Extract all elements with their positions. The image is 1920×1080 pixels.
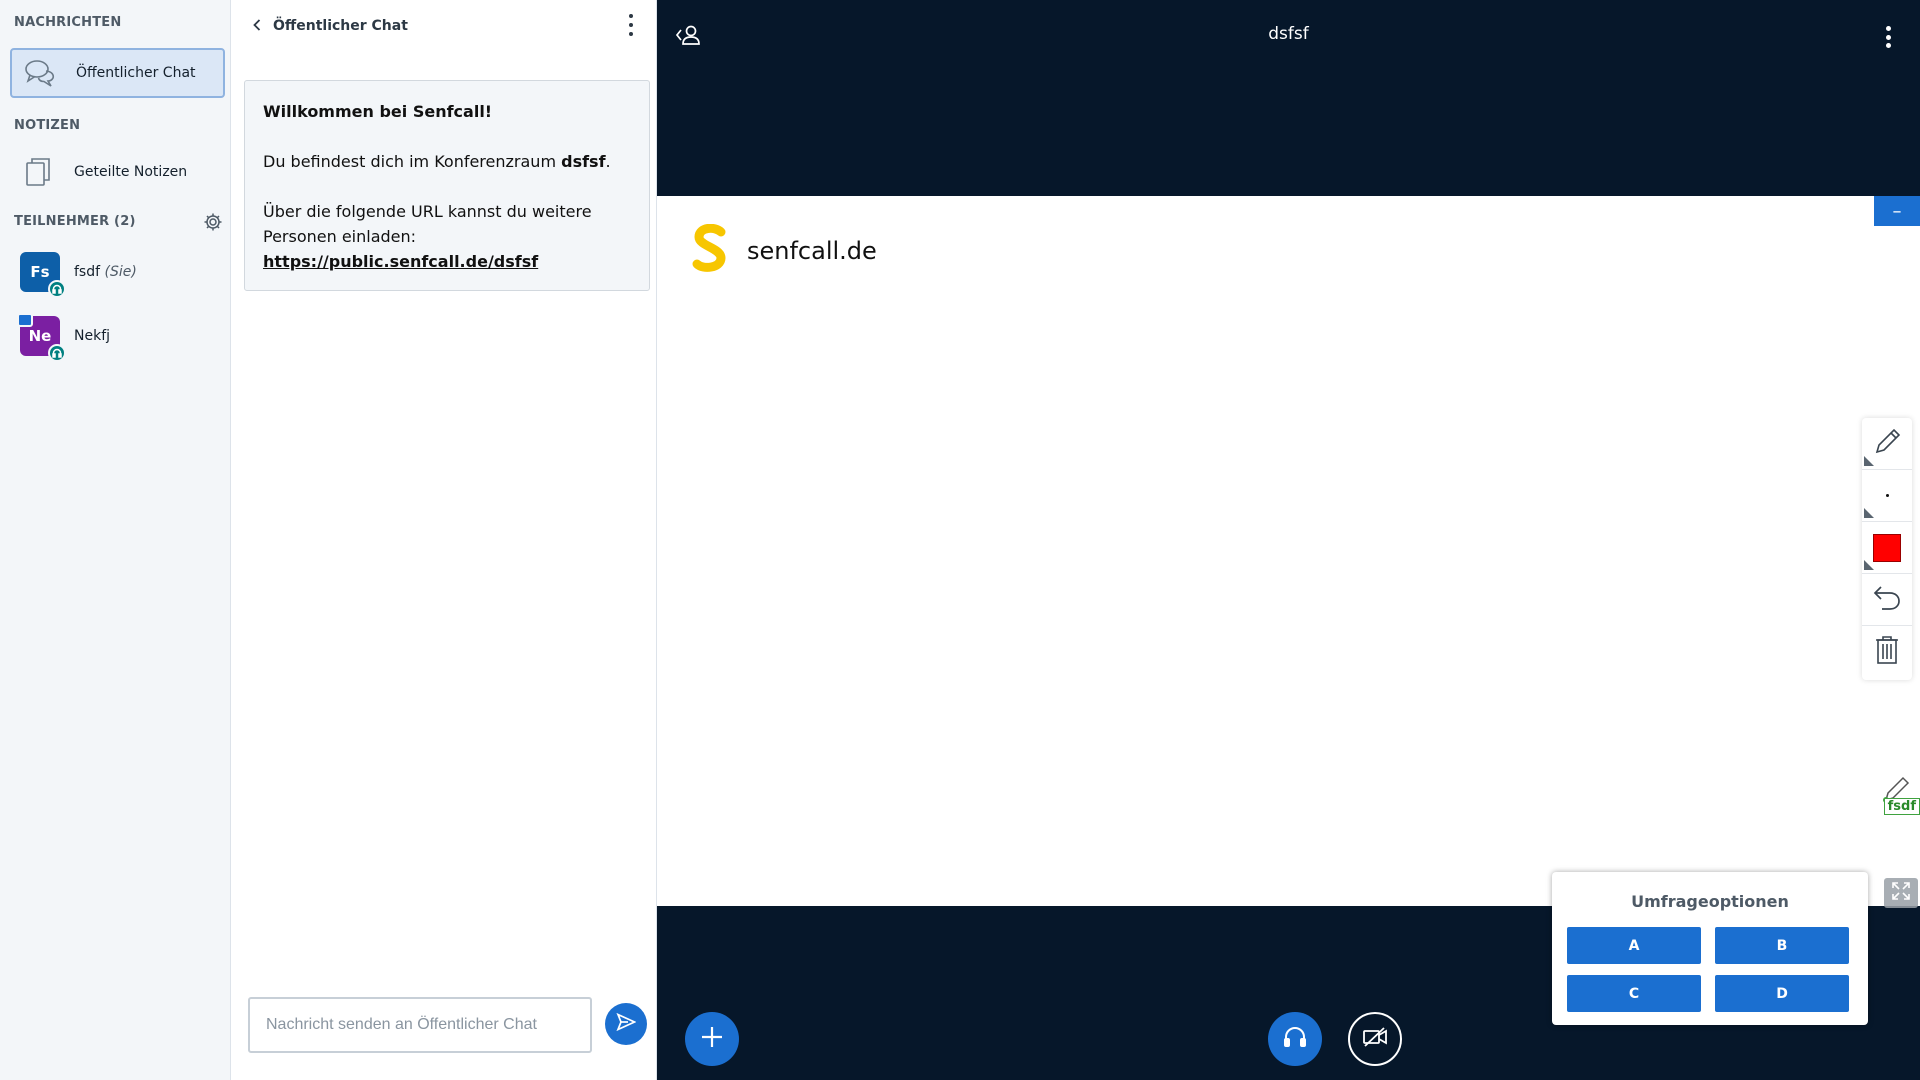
public-chat-label: Öffentlicher Chat xyxy=(76,65,196,81)
pencil-tool-button[interactable] xyxy=(1862,418,1912,470)
trash-icon xyxy=(1874,635,1900,669)
welcome-heading: Willkommen bei Senfcall! xyxy=(263,102,493,121)
whiteboard-toolbar xyxy=(1862,418,1912,680)
welcome-message: Willkommen bei Senfcall! Du befindest di… xyxy=(244,80,650,291)
senfcall-logo: senfcall.de xyxy=(691,223,877,278)
headset-icon xyxy=(48,344,66,362)
participant-name: Nekfj xyxy=(74,328,111,344)
chevron-left-icon xyxy=(253,16,261,35)
chat-title: Öffentlicher Chat xyxy=(273,17,408,34)
top-bar: dsfsf xyxy=(657,0,1920,70)
fullscreen-icon xyxy=(1891,881,1911,905)
quick-poll-options: Umfrageoptionen A B C D xyxy=(1552,872,1868,1025)
minimize-presentation-button[interactable]: – xyxy=(1874,196,1920,226)
poll-option-b-button[interactable]: B xyxy=(1715,927,1849,964)
settings-gear-icon[interactable] xyxy=(203,212,223,236)
avatar: Ne xyxy=(17,313,66,362)
messages-section-title: NACHRICHTEN xyxy=(14,15,122,30)
invite-text: Über die folgende URL kannst du weitere … xyxy=(263,202,592,246)
chat-back-button[interactable]: Öffentlicher Chat xyxy=(253,16,408,35)
headset-icon xyxy=(48,280,66,298)
undo-icon xyxy=(1872,584,1902,616)
avatar-initials: Fs xyxy=(30,263,50,281)
notes-document-icon xyxy=(22,156,54,188)
participant-row[interactable]: Ne Nekfj xyxy=(17,313,111,362)
avatar: Fs xyxy=(20,252,66,298)
poll-option-c-button[interactable]: C xyxy=(1567,975,1701,1012)
poll-option-a-button[interactable]: A xyxy=(1567,927,1701,964)
notes-section-title: NOTIZEN xyxy=(14,118,81,133)
video-off-icon xyxy=(1362,1026,1388,1052)
logo-text: senfcall.de xyxy=(747,237,877,265)
public-chat-item[interactable]: Öffentlicher Chat xyxy=(10,48,225,98)
plus-icon xyxy=(700,1025,724,1053)
poll-title: Umfrageoptionen xyxy=(1631,892,1789,911)
senfcall-s-logo-icon xyxy=(691,223,729,278)
participants-section-title: TEILNEHMER (2) xyxy=(14,214,136,229)
main-options-button[interactable] xyxy=(1884,26,1892,48)
chat-options-button[interactable] xyxy=(626,14,636,36)
participant-row[interactable]: Fs fsdf (Sie) xyxy=(20,252,137,298)
cursor-user-label: fsdf xyxy=(1883,798,1920,815)
leave-audio-button[interactable] xyxy=(1268,1012,1322,1066)
room-title: dsfsf xyxy=(1268,24,1309,44)
chat-bubbles-icon xyxy=(24,57,56,89)
avatar-initials: Ne xyxy=(28,327,52,345)
user-list-panel: NACHRICHTEN Öffentlicher Chat NOTIZEN Ge… xyxy=(0,0,231,1080)
presenter-icon xyxy=(17,313,33,327)
poll-option-d-button[interactable]: D xyxy=(1715,975,1849,1012)
invite-url-link[interactable]: https://public.senfcall.de/dsfsf xyxy=(263,252,538,271)
undo-button[interactable] xyxy=(1862,574,1912,626)
send-icon xyxy=(616,1012,637,1035)
actions-plus-button[interactable] xyxy=(685,1012,739,1066)
chat-panel: Öffentlicher Chat Willkommen bei Senfcal… xyxy=(231,0,657,1080)
share-webcam-button[interactable] xyxy=(1348,1012,1402,1066)
pencil-icon xyxy=(1872,427,1902,461)
shared-notes-label: Geteilte Notizen xyxy=(74,164,188,180)
line-size-button[interactable] xyxy=(1862,470,1912,522)
headphones-icon xyxy=(1283,1026,1307,1052)
send-button[interactable] xyxy=(605,1003,647,1045)
shared-notes-item[interactable]: Geteilte Notizen xyxy=(10,147,225,197)
color-picker-button[interactable] xyxy=(1862,522,1912,574)
clear-button[interactable] xyxy=(1862,626,1912,678)
room-info: Du befindest dich im Konferenzraum dsfsf… xyxy=(263,152,611,171)
chat-message-input[interactable]: Nachricht senden an Öffentlicher Chat xyxy=(248,997,592,1053)
main-area: dsfsf senfcall.de – fsdf Umfrageoptionen… xyxy=(657,0,1920,1080)
participant-name: fsdf (Sie) xyxy=(74,264,137,280)
presentation-whiteboard[interactable]: senfcall.de – fsdf xyxy=(657,196,1920,908)
fullscreen-button[interactable] xyxy=(1884,878,1918,908)
line-size-dot-icon xyxy=(1885,494,1889,497)
color-swatch xyxy=(1873,533,1901,562)
